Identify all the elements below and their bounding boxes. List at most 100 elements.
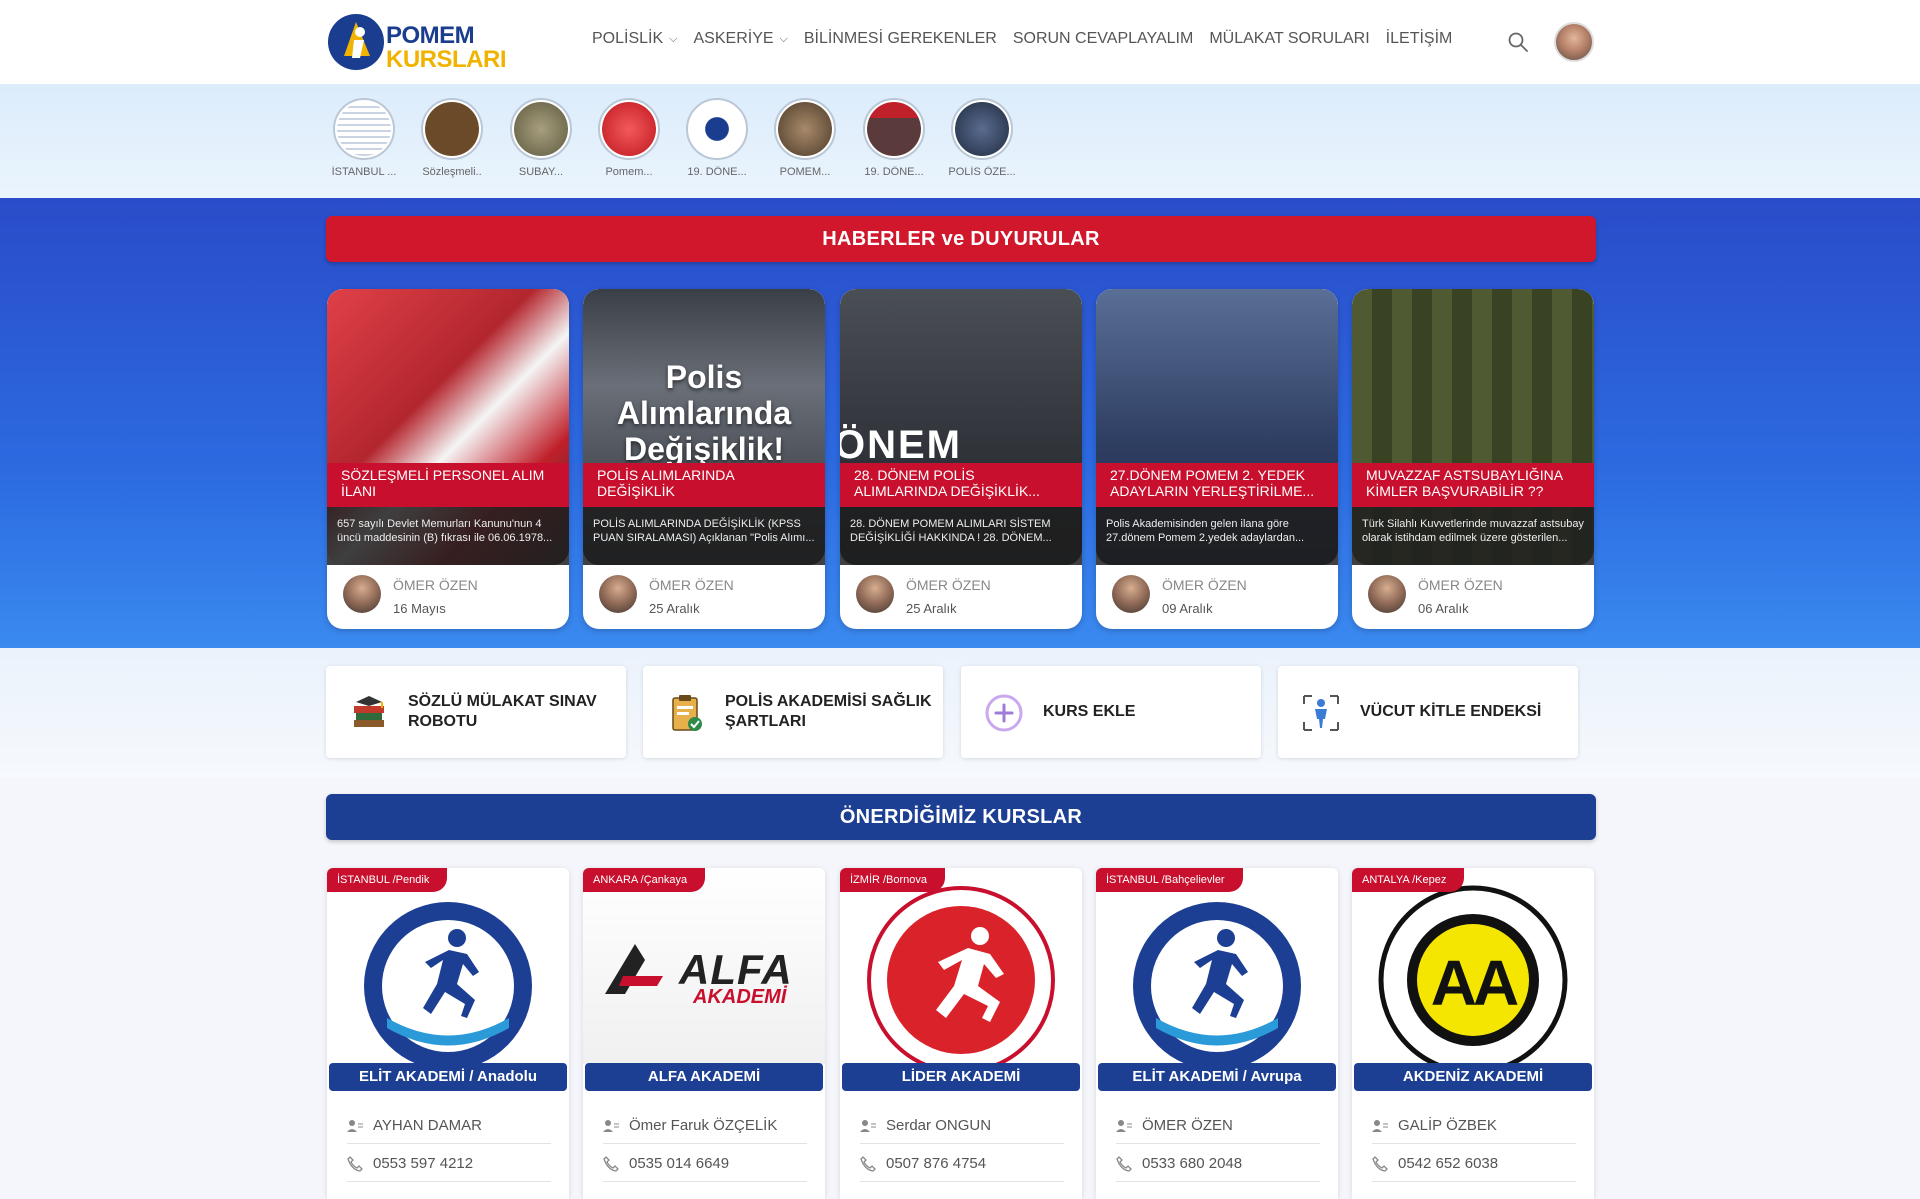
search-icon[interactable]	[1506, 30, 1530, 54]
story-ring	[510, 98, 572, 160]
course-phone-row[interactable]: 0542 652 6038	[1372, 1146, 1576, 1182]
course-phone-row[interactable]: 0553 597 4212	[347, 1146, 551, 1182]
course-name: ELİT AKADEMİ / Anadolu	[329, 1063, 567, 1091]
news-card[interactable]: ÖNEM 28. DÖNEM POLİS ALIMLARINDA DEĞİŞİK…	[840, 289, 1082, 629]
nav-mulakat-sorulari[interactable]: MÜLAKAT SORULARI	[1209, 30, 1369, 48]
nav-iletisim[interactable]: İLETİŞİM	[1386, 30, 1453, 48]
runner-logo-icon	[1133, 902, 1301, 1070]
story-ring	[686, 98, 748, 160]
quick-link-vki[interactable]: VÜCUT KİTLE ENDEKSİ	[1278, 666, 1578, 758]
nav-bilinmesi-gerekenler[interactable]: BİLİNMESİ GEREKENLER	[804, 30, 997, 48]
course-phone-row[interactable]: 0507 876 4754	[860, 1146, 1064, 1182]
body-scan-icon	[1303, 695, 1339, 731]
main-nav: POLİSLİK ⌵ ASKERİYE ⌵ BİLİNMESİ GEREKENL…	[592, 30, 1452, 48]
quick-link-label: POLİS AKADEMİSİ SAĞLIK ŞARTLARI	[725, 693, 932, 730]
nav-sorun-cevaplayalim[interactable]: SORUN CEVAPLAYALIM	[1013, 30, 1194, 48]
course-location: İSTANBUL /Bahçelievler	[1096, 868, 1243, 892]
user-list-icon	[347, 1119, 363, 1132]
story-item[interactable]: Pomem...	[594, 98, 664, 178]
news-card[interactable]: SÖZLEŞMELİ PERSONEL ALIM İLANI 657 sayıl…	[327, 289, 569, 629]
course-location: ANTALYA /Kepez	[1352, 868, 1465, 892]
story-ring	[333, 98, 395, 160]
user-list-icon	[1372, 1119, 1388, 1132]
story-caption: 19. DÖNE...	[687, 166, 747, 178]
author-avatar	[599, 575, 637, 613]
books-icon	[354, 696, 384, 727]
news-heading: HABERLER ve DUYURULAR	[326, 216, 1596, 262]
news-card[interactable]: 27.DÖNEM POMEM 2. YEDEK ADAYLARIN YERLEŞ…	[1096, 289, 1338, 629]
chevron-down-icon: ⌵	[779, 32, 788, 45]
news-excerpt: 28. DÖNEM POMEM ALIMLARI SİSTEM DEĞİŞİKL…	[840, 507, 1082, 565]
quick-link-mulakat-robotu[interactable]: SÖZLÜ MÜLAKAT SINAV ROBOTU	[326, 666, 626, 758]
runner-logo-icon	[364, 902, 532, 1070]
author-avatar	[856, 575, 894, 613]
news-title: POLİS ALIMLARINDA DEĞİŞİKLİK	[583, 463, 825, 507]
stories-strip: İSTANBUL ... Sözleşmeli.. SUBAY... Pomem…	[0, 84, 1920, 198]
course-phone: 0533 680 2048	[1142, 1155, 1243, 1172]
course-phone: 0553 597 4212	[373, 1155, 474, 1172]
story-thumbnail	[955, 102, 1009, 156]
story-item[interactable]: Sözleşmeli..	[417, 98, 487, 178]
course-logo: ALFA AKADEMİ	[583, 868, 825, 1064]
course-phone-row[interactable]: 0533 680 2048	[1116, 1146, 1320, 1182]
story-item[interactable]: POLİS ÖZE...	[947, 98, 1017, 178]
nav-askeriye[interactable]: ASKERİYE ⌵	[694, 30, 788, 48]
story-item[interactable]: POMEM...	[770, 98, 840, 178]
user-list-icon	[1116, 1119, 1132, 1132]
phone-icon	[347, 1155, 363, 1172]
course-name: AKDENİZ AKADEMİ	[1354, 1063, 1592, 1091]
story-ring	[863, 98, 925, 160]
course-contact: Serdar ONGUN	[886, 1117, 992, 1134]
course-logo	[1096, 868, 1338, 1070]
story-thumbnail	[425, 102, 479, 156]
courses-heading: ÖNERDİĞİMİZ KURSLAR	[326, 794, 1596, 840]
course-card[interactable]: ALFA AKADEMİ ANKARA /Çankaya ALFA AKADEM…	[583, 868, 825, 1199]
news-title: MUVAZZAF ASTSUBAYLIĞINA KİMLER BAŞVURABİ…	[1352, 463, 1594, 507]
story-item[interactable]: İSTANBUL ...	[329, 98, 399, 178]
story-item[interactable]: 19. DÖNE...	[859, 98, 929, 178]
story-item[interactable]: 19. DÖNE...	[682, 98, 752, 178]
course-contact: GALİP ÖZBEK	[1398, 1117, 1497, 1134]
story-thumbnail	[690, 102, 744, 156]
nav-label: SORUN CEVAPLAYALIM	[1012, 30, 1194, 47]
course-contact-row: ÖMER ÖZEN	[1116, 1108, 1320, 1144]
medical-clipboard-icon	[672, 695, 702, 731]
user-avatar[interactable]	[1554, 22, 1594, 62]
course-card[interactable]: AA ANTALYA /Kepez AKDENİZ AKADEMİ GALİP …	[1352, 868, 1594, 1199]
news-title: 27.DÖNEM POMEM 2. YEDEK ADAYLARIN YERLEŞ…	[1096, 463, 1338, 507]
news-image-overlay-text: Polis Alımlarında Değişiklik!	[616, 359, 792, 467]
course-contact: Ömer Faruk ÖZÇELİK	[629, 1117, 778, 1134]
akdeniz-logo-text: AA	[1430, 947, 1519, 1019]
plus-circle-icon	[985, 694, 1023, 732]
quick-link-kurs-ekle[interactable]: KURS EKLE	[961, 666, 1261, 758]
news-image-overlay-text: ÖNEM	[840, 423, 962, 467]
site-logo[interactable]: POMEM KURSLARI	[326, 10, 507, 74]
news-author: ÖMER ÖZEN	[393, 577, 478, 593]
news-title: SÖZLEŞMELİ PERSONEL ALIM İLANI	[327, 463, 569, 507]
course-contact-row: Serdar ONGUN	[860, 1108, 1064, 1144]
story-thumbnail	[337, 102, 391, 156]
alfa-logo-subtext: AKADEMİ	[693, 986, 787, 1008]
nav-label: ASKERİYE	[693, 30, 774, 47]
logo-badge-icon	[328, 14, 384, 70]
story-ring	[421, 98, 483, 160]
news-date: 16 Mayıs	[393, 601, 446, 616]
news-card[interactable]: MUVAZZAF ASTSUBAYLIĞINA KİMLER BAŞVURABİ…	[1352, 289, 1594, 629]
story-item[interactable]: SUBAY...	[506, 98, 576, 178]
quick-link-saglik-sartlari[interactable]: POLİS AKADEMİSİ SAĞLIK ŞARTLARI	[643, 666, 943, 758]
course-logo	[840, 868, 1082, 1074]
news-date: 25 Aralık	[649, 601, 700, 616]
course-contact-row: AYHAN DAMAR	[347, 1108, 551, 1144]
news-excerpt: POLİS ALIMLARINDA DEĞİŞİKLİK (KPSS PUAN …	[583, 507, 825, 565]
course-card[interactable]: İSTANBUL /Bahçelievler ELİT AKADEMİ / Av…	[1096, 868, 1338, 1199]
news-title: 28. DÖNEM POLİS ALIMLARINDA DEĞİŞİKLİK..…	[840, 463, 1082, 507]
course-card[interactable]: İZMİR /Bornova LİDER AKADEMİ Serdar ONGU…	[840, 868, 1082, 1199]
news-author: ÖMER ÖZEN	[1418, 577, 1503, 593]
course-phone-row[interactable]: 0535 014 6649	[603, 1146, 807, 1182]
story-ring	[598, 98, 660, 160]
course-card[interactable]: İSTANBUL /Pendik ELİT AKADEMİ / Anadolu …	[327, 868, 569, 1199]
news-author: ÖMER ÖZEN	[1162, 577, 1247, 593]
story-ring	[951, 98, 1013, 160]
nav-polislik[interactable]: POLİSLİK ⌵	[592, 30, 678, 48]
news-card[interactable]: Polis Alımlarında Değişiklik! POLİS ALIM…	[583, 289, 825, 629]
